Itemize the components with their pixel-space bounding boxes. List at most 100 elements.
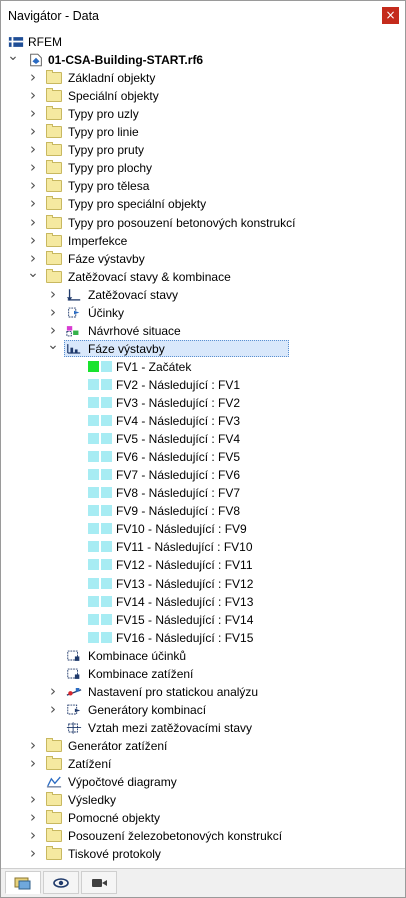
chevron-down-icon[interactable]: ⌄ — [27, 266, 39, 286]
chevron-right-icon[interactable]: › — [27, 123, 39, 141]
tree-folder[interactable]: › Generátor zatížení — [1, 737, 405, 755]
folder-icon — [46, 828, 62, 843]
tree-item-label: FV9 - Následující : FV8 — [116, 504, 241, 519]
tab-views[interactable] — [81, 871, 117, 894]
chevron-right-icon[interactable]: › — [27, 755, 39, 773]
stage-square — [88, 451, 99, 463]
tree-folder[interactable]: › Typy pro tělesa — [1, 177, 405, 195]
folder-icon — [46, 756, 62, 770]
tree-folder[interactable]: › Zatížení — [1, 755, 405, 773]
tree-item-combination-wizards[interactable]: › Generátory kombinací — [1, 701, 405, 719]
chevron-down-icon[interactable]: ⌄ — [47, 338, 59, 358]
tree-item-label: Generátor zatížení — [68, 738, 168, 753]
stage-square — [88, 631, 99, 643]
tree-item-label: Fáze výstavby — [68, 251, 145, 266]
tree-folder[interactable]: › Pomocné objekty — [1, 809, 405, 827]
chevron-right-icon[interactable]: › — [27, 69, 39, 87]
tree-item-static-analysis-settings[interactable]: › Nastavení pro statickou analýzu — [1, 683, 405, 701]
stage-square — [88, 505, 99, 517]
tree-folder[interactable]: › Posouzení železobetonových konstrukcí — [1, 827, 405, 845]
tree-item-stage[interactable]: FV7 - Následující : FV6 — [1, 466, 405, 484]
tree-folder[interactable]: › Typy pro speciální objekty — [1, 195, 405, 213]
tree-project[interactable]: ⌄ 01-CSA-Building-START.rf6 — [1, 49, 405, 69]
chevron-right-icon[interactable]: › — [27, 105, 39, 123]
tree-folder[interactable]: › Typy pro plochy — [1, 159, 405, 177]
tree-item-stage[interactable]: FV6 - Následující : FV5 — [1, 448, 405, 466]
tree-folder[interactable]: › Typy pro uzly — [1, 105, 405, 123]
tree-folder[interactable]: › Fáze výstavby — [1, 250, 405, 268]
chevron-right-icon[interactable]: › — [47, 701, 59, 719]
chevron-right-icon[interactable]: › — [27, 195, 39, 213]
tree-folder[interactable]: › Výsledky — [1, 791, 405, 809]
tree-folder[interactable]: › Imperfekce — [1, 232, 405, 250]
tree-folder[interactable]: › Tiskové protokoly — [1, 845, 405, 863]
tree-item-stage[interactable]: FV16 - Následující : FV15 — [1, 629, 405, 647]
chevron-right-icon[interactable]: › — [27, 177, 39, 195]
tree-item-actions[interactable]: › Účinky — [1, 304, 405, 322]
folder-icon — [46, 810, 62, 825]
tree-folder[interactable]: › Speciální objekty — [1, 87, 405, 105]
tree-folder[interactable]: › Typy pro pruty — [1, 141, 405, 159]
stage-square — [101, 631, 112, 643]
tree-item-label: FV6 - Následující : FV5 — [116, 450, 241, 465]
stage-square — [88, 469, 99, 481]
folder-icon — [46, 106, 62, 121]
tree-item-construction-stages[interactable]: ⌄ Fáze výstavby — [1, 338, 405, 358]
tree-item-stage[interactable]: FV2 - Následující : FV1 — [1, 376, 405, 394]
tree-root-rfem[interactable]: RFEM — [1, 33, 405, 51]
tree-item-load-cases[interactable]: › Zatěžovací stavy — [1, 286, 405, 304]
chevron-right-icon[interactable]: › — [27, 214, 39, 232]
tree-item-stage[interactable]: FV5 - Následující : FV4 — [1, 430, 405, 448]
stage-square — [101, 541, 112, 553]
combination-icon — [67, 668, 80, 679]
chevron-right-icon[interactable]: › — [27, 845, 39, 863]
tree-item-stage[interactable]: FV9 - Následující : FV8 — [1, 502, 405, 520]
tree-item-stage[interactable]: FV4 - Následující : FV3 — [1, 412, 405, 430]
tree-item-design-situations[interactable]: › Návrhové situace — [1, 322, 405, 340]
folder-icon — [46, 846, 62, 861]
tree-folder[interactable]: › Základní objekty — [1, 69, 405, 87]
stage-square — [88, 360, 99, 372]
chevron-right-icon[interactable]: › — [27, 141, 39, 159]
chevron-right-icon[interactable]: › — [27, 159, 39, 177]
chevron-right-icon[interactable]: › — [27, 791, 39, 809]
tree-item-stage[interactable]: FV8 - Následující : FV7 — [1, 484, 405, 502]
chevron-right-icon[interactable]: › — [47, 304, 59, 322]
chevron-right-icon[interactable]: › — [27, 827, 39, 845]
tree-folder[interactable]: › Typy pro posouzení betonových konstrukc… — [1, 214, 405, 232]
tree-item-action-combinations[interactable]: Kombinace účinků — [1, 647, 405, 665]
tree-item-stage[interactable]: FV10 - Následující : FV9 — [1, 520, 405, 538]
stage-square — [101, 433, 112, 445]
tree-item-stage[interactable]: FV14 - Následující : FV13 — [1, 593, 405, 611]
chevron-right-icon[interactable]: › — [27, 809, 39, 827]
chevron-right-icon[interactable]: › — [47, 683, 59, 701]
tree-item-stage[interactable]: FV13 - Následující : FV12 — [1, 575, 405, 593]
close-button[interactable]: × — [382, 7, 399, 24]
tree-item-stage[interactable]: FV15 - Následující : FV14 — [1, 611, 405, 629]
stage-square — [88, 613, 99, 625]
tree-item-stage[interactable]: FV1 - Začátek — [1, 358, 405, 376]
tree-item-stage[interactable]: FV12 - Následující : FV11 — [1, 556, 405, 574]
chevron-down-icon[interactable]: ⌄ — [7, 49, 19, 69]
tree-item-result-diagrams[interactable]: Výpočtové diagramy — [1, 773, 405, 791]
stage-square — [101, 451, 112, 463]
tree-folder-load-cases-combinations[interactable]: ⌄ Zatěžovací stavy & kombinace — [1, 266, 405, 286]
tab-data[interactable] — [5, 871, 41, 894]
chevron-right-icon[interactable]: › — [47, 286, 59, 304]
stage-square — [101, 505, 112, 517]
tree-item-stage[interactable]: FV3 - Následující : FV2 — [1, 394, 405, 412]
folder-icon — [46, 196, 62, 211]
chevron-right-icon[interactable]: › — [27, 737, 39, 755]
tree-item-stage[interactable]: FV11 - Následující : FV10 — [1, 538, 405, 556]
tree-item-relationships[interactable]: Vztah mezi zatěžovacími stavy — [1, 719, 405, 737]
tree-item-label: Speciální objekty — [68, 89, 159, 104]
load-case-relationship-icon — [66, 722, 82, 734]
tab-display[interactable] — [43, 871, 79, 894]
tree-folder[interactable]: › Typy pro linie — [1, 123, 405, 141]
load-case-icon — [66, 288, 81, 301]
folder-icon — [46, 737, 62, 752]
tree-item-load-combinations[interactable]: Kombinace zatížení — [1, 665, 405, 683]
chevron-right-icon[interactable]: › — [27, 87, 39, 105]
chevron-right-icon[interactable]: › — [27, 232, 39, 250]
tree-item-label: Kombinace účinků — [88, 648, 187, 663]
